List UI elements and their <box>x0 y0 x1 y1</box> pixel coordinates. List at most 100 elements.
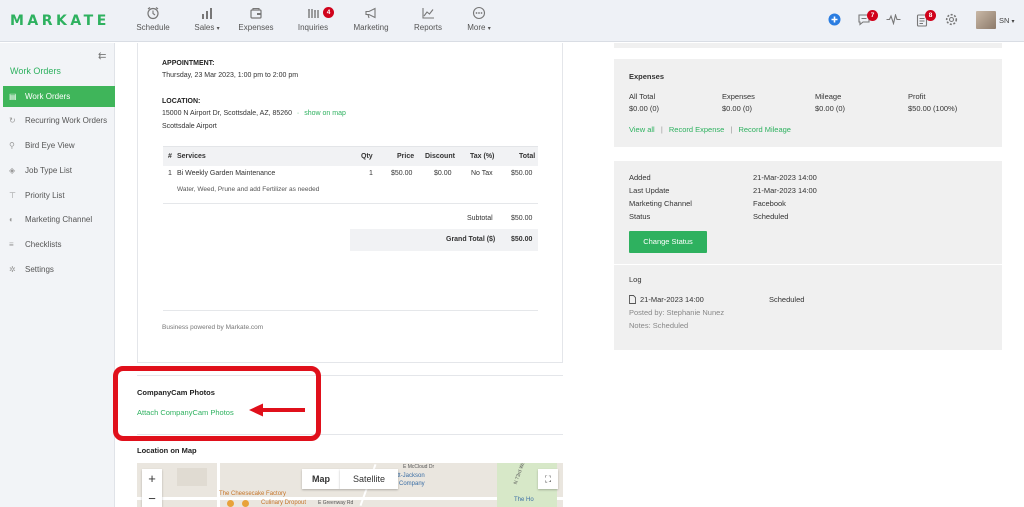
expense-column-label: Expenses <box>722 92 755 101</box>
service-total: $50.00 <box>511 170 533 177</box>
markate-logo[interactable]: MARKATE <box>10 13 110 29</box>
record-mileage-link[interactable]: Record Mileage <box>738 125 791 134</box>
inquiries-bars-icon <box>308 9 319 18</box>
service-name: Bi Weekly Garden Maintenance <box>177 170 276 177</box>
sidebar-item-work-orders[interactable]: ▤ Work Orders <box>3 86 115 107</box>
sidebar-item-label: Marketing Channel <box>25 215 93 224</box>
zoom-in-button[interactable]: + <box>142 469 162 489</box>
top-navigation-bar: MARKATE Schedule Sales ▾ Expenses Inquir… <box>0 0 1024 42</box>
nav-more[interactable]: More ▾ <box>451 6 507 32</box>
marketing-channel-label: Marketing Channel <box>629 199 692 208</box>
services-table-header: # Services Qty Price Discount Tax (%) To… <box>163 146 538 166</box>
location-map[interactable]: The Cheesecake Factory Culinary Dropout … <box>137 463 563 507</box>
chevron-down-icon: ▾ <box>1011 19 1015 25</box>
th-qty: Qty <box>361 153 373 160</box>
nav-expenses[interactable]: Expenses <box>228 6 284 32</box>
map-pin-icon: ⚲ <box>9 141 15 150</box>
user-menu[interactable]: SN ▾ <box>999 16 1015 25</box>
expenses-card: Expenses All Total $0.00 (0) Expenses $0… <box>614 59 1002 147</box>
add-circle-icon[interactable] <box>828 13 841 26</box>
activity-pulse-icon[interactable] <box>886 14 901 25</box>
pin-icon: ⊤ <box>9 191 16 200</box>
nav-reports[interactable]: Reports <box>400 6 456 32</box>
subtotal-label: Subtotal <box>467 215 493 222</box>
location-on-map-title: Location on Map <box>137 446 197 455</box>
link-separator: | <box>660 125 663 134</box>
appointment-value: Thursday, 23 Mar 2023, 1:00 pm to 2:00 p… <box>162 72 299 79</box>
sidebar-item-marketing-channel[interactable]: ◐ Marketing Channel <box>0 209 115 230</box>
messages-badge: 7 <box>867 10 878 21</box>
refresh-icon: ↻ <box>9 116 16 125</box>
location-place-name: Scottsdale Airport <box>162 123 217 130</box>
service-discount: $0.00 <box>434 170 452 177</box>
th-discount: Discount <box>425 153 455 160</box>
expense-column-label: Profit <box>908 92 926 101</box>
nav-label: Sales <box>194 23 215 32</box>
nav-label: Schedule <box>136 23 170 32</box>
user-initials: SN <box>999 16 1010 25</box>
red-arrow-icon <box>249 403 305 417</box>
expense-column-value: $0.00 (0) <box>629 104 660 113</box>
log-entry-time: 21-Mar-2023 14:00 <box>640 295 704 304</box>
expense-links: View all | Record Expense | Record Milea… <box>629 125 791 134</box>
service-tax: No Tax <box>471 170 493 177</box>
collapse-sidebar-icon[interactable]: ⇇ <box>98 51 106 62</box>
document-icon: ▤ <box>9 92 17 101</box>
nav-label: More <box>467 23 486 32</box>
added-label: Added <box>629 173 651 182</box>
change-status-button[interactable]: Change Status <box>629 231 707 253</box>
appointment-label: APPOINTMENT: <box>162 60 215 67</box>
status-card: Added 21-Mar-2023 14:00 Last Update 21-M… <box>614 161 1002 350</box>
map-view-tab[interactable]: Map <box>302 469 340 489</box>
expense-column-value: $50.00 (100%) <box>908 104 958 113</box>
nav-marketing[interactable]: Marketing <box>343 6 399 32</box>
powered-by-footer: Business powered by Markate.com <box>162 324 264 331</box>
settings-gear-icon[interactable] <box>945 13 958 26</box>
th-number: # <box>168 153 172 160</box>
record-expense-link[interactable]: Record Expense <box>669 125 724 134</box>
map-poi-label: The Ho <box>514 497 534 503</box>
map-marker-icon[interactable] <box>227 500 234 507</box>
th-tax: Tax (%) <box>470 153 495 160</box>
satellite-view-tab[interactable]: Satellite <box>340 469 398 489</box>
separator-dot: · <box>296 110 300 117</box>
map-marker-icon[interactable] <box>242 500 249 507</box>
view-all-link[interactable]: View all <box>629 125 655 134</box>
wallet-icon <box>250 7 262 19</box>
sidebar-title: Work Orders <box>10 66 61 76</box>
sidebar-item-job-type-list[interactable]: ◈ Job Type List <box>0 160 115 181</box>
sidebar-item-settings[interactable]: ✲ Settings <box>0 259 115 280</box>
channel-icon: ◐ <box>9 215 14 224</box>
log-entry-status: Scheduled <box>769 295 805 304</box>
sidebar-item-recurring-work-orders[interactable]: ↻ Recurring Work Orders <box>0 110 115 131</box>
status-value: Scheduled <box>753 212 789 221</box>
sidebar-item-label: Job Type List <box>25 166 72 175</box>
top-card-edge <box>614 43 1002 48</box>
map-street-label: E McCloud Dr <box>403 464 435 470</box>
inquiries-badge: 4 <box>323 7 334 18</box>
map-poi-label: Culinary Dropout <box>261 500 307 506</box>
fullscreen-icon[interactable]: ⛶ <box>538 469 558 489</box>
sales-chart-icon <box>202 8 212 19</box>
nav-sales[interactable]: Sales ▾ <box>179 6 235 32</box>
map-block <box>177 468 207 486</box>
log-title: Log <box>629 275 642 284</box>
zoom-out-button[interactable]: − <box>142 489 162 507</box>
last-update-value: 21-Mar-2023 14:00 <box>753 186 817 195</box>
chevron-down-icon: ▾ <box>216 26 220 32</box>
expense-column-label: All Total <box>629 92 656 101</box>
grand-total-row: Grand Total ($) $50.00 <box>350 229 538 251</box>
service-price: $50.00 <box>391 170 413 177</box>
nav-schedule[interactable]: Schedule <box>125 6 181 32</box>
row-number: 1 <box>168 170 172 177</box>
sidebar-item-priority-list[interactable]: ⊤ Priority List <box>0 185 115 206</box>
sidebar-item-bird-eye-view[interactable]: ⚲ Bird Eye View <box>0 135 115 156</box>
more-dots-icon <box>472 6 486 20</box>
expense-column-value: $0.00 (0) <box>722 104 753 113</box>
show-on-map-link[interactable]: show on map <box>304 110 346 117</box>
user-avatar[interactable] <box>976 11 996 29</box>
zoom-controls: + − <box>142 469 162 507</box>
sidebar-item-label: Checklists <box>25 240 62 249</box>
expense-column-label: Mileage <box>815 92 842 101</box>
sidebar-item-checklists[interactable]: ≡ Checklists <box>0 234 115 255</box>
